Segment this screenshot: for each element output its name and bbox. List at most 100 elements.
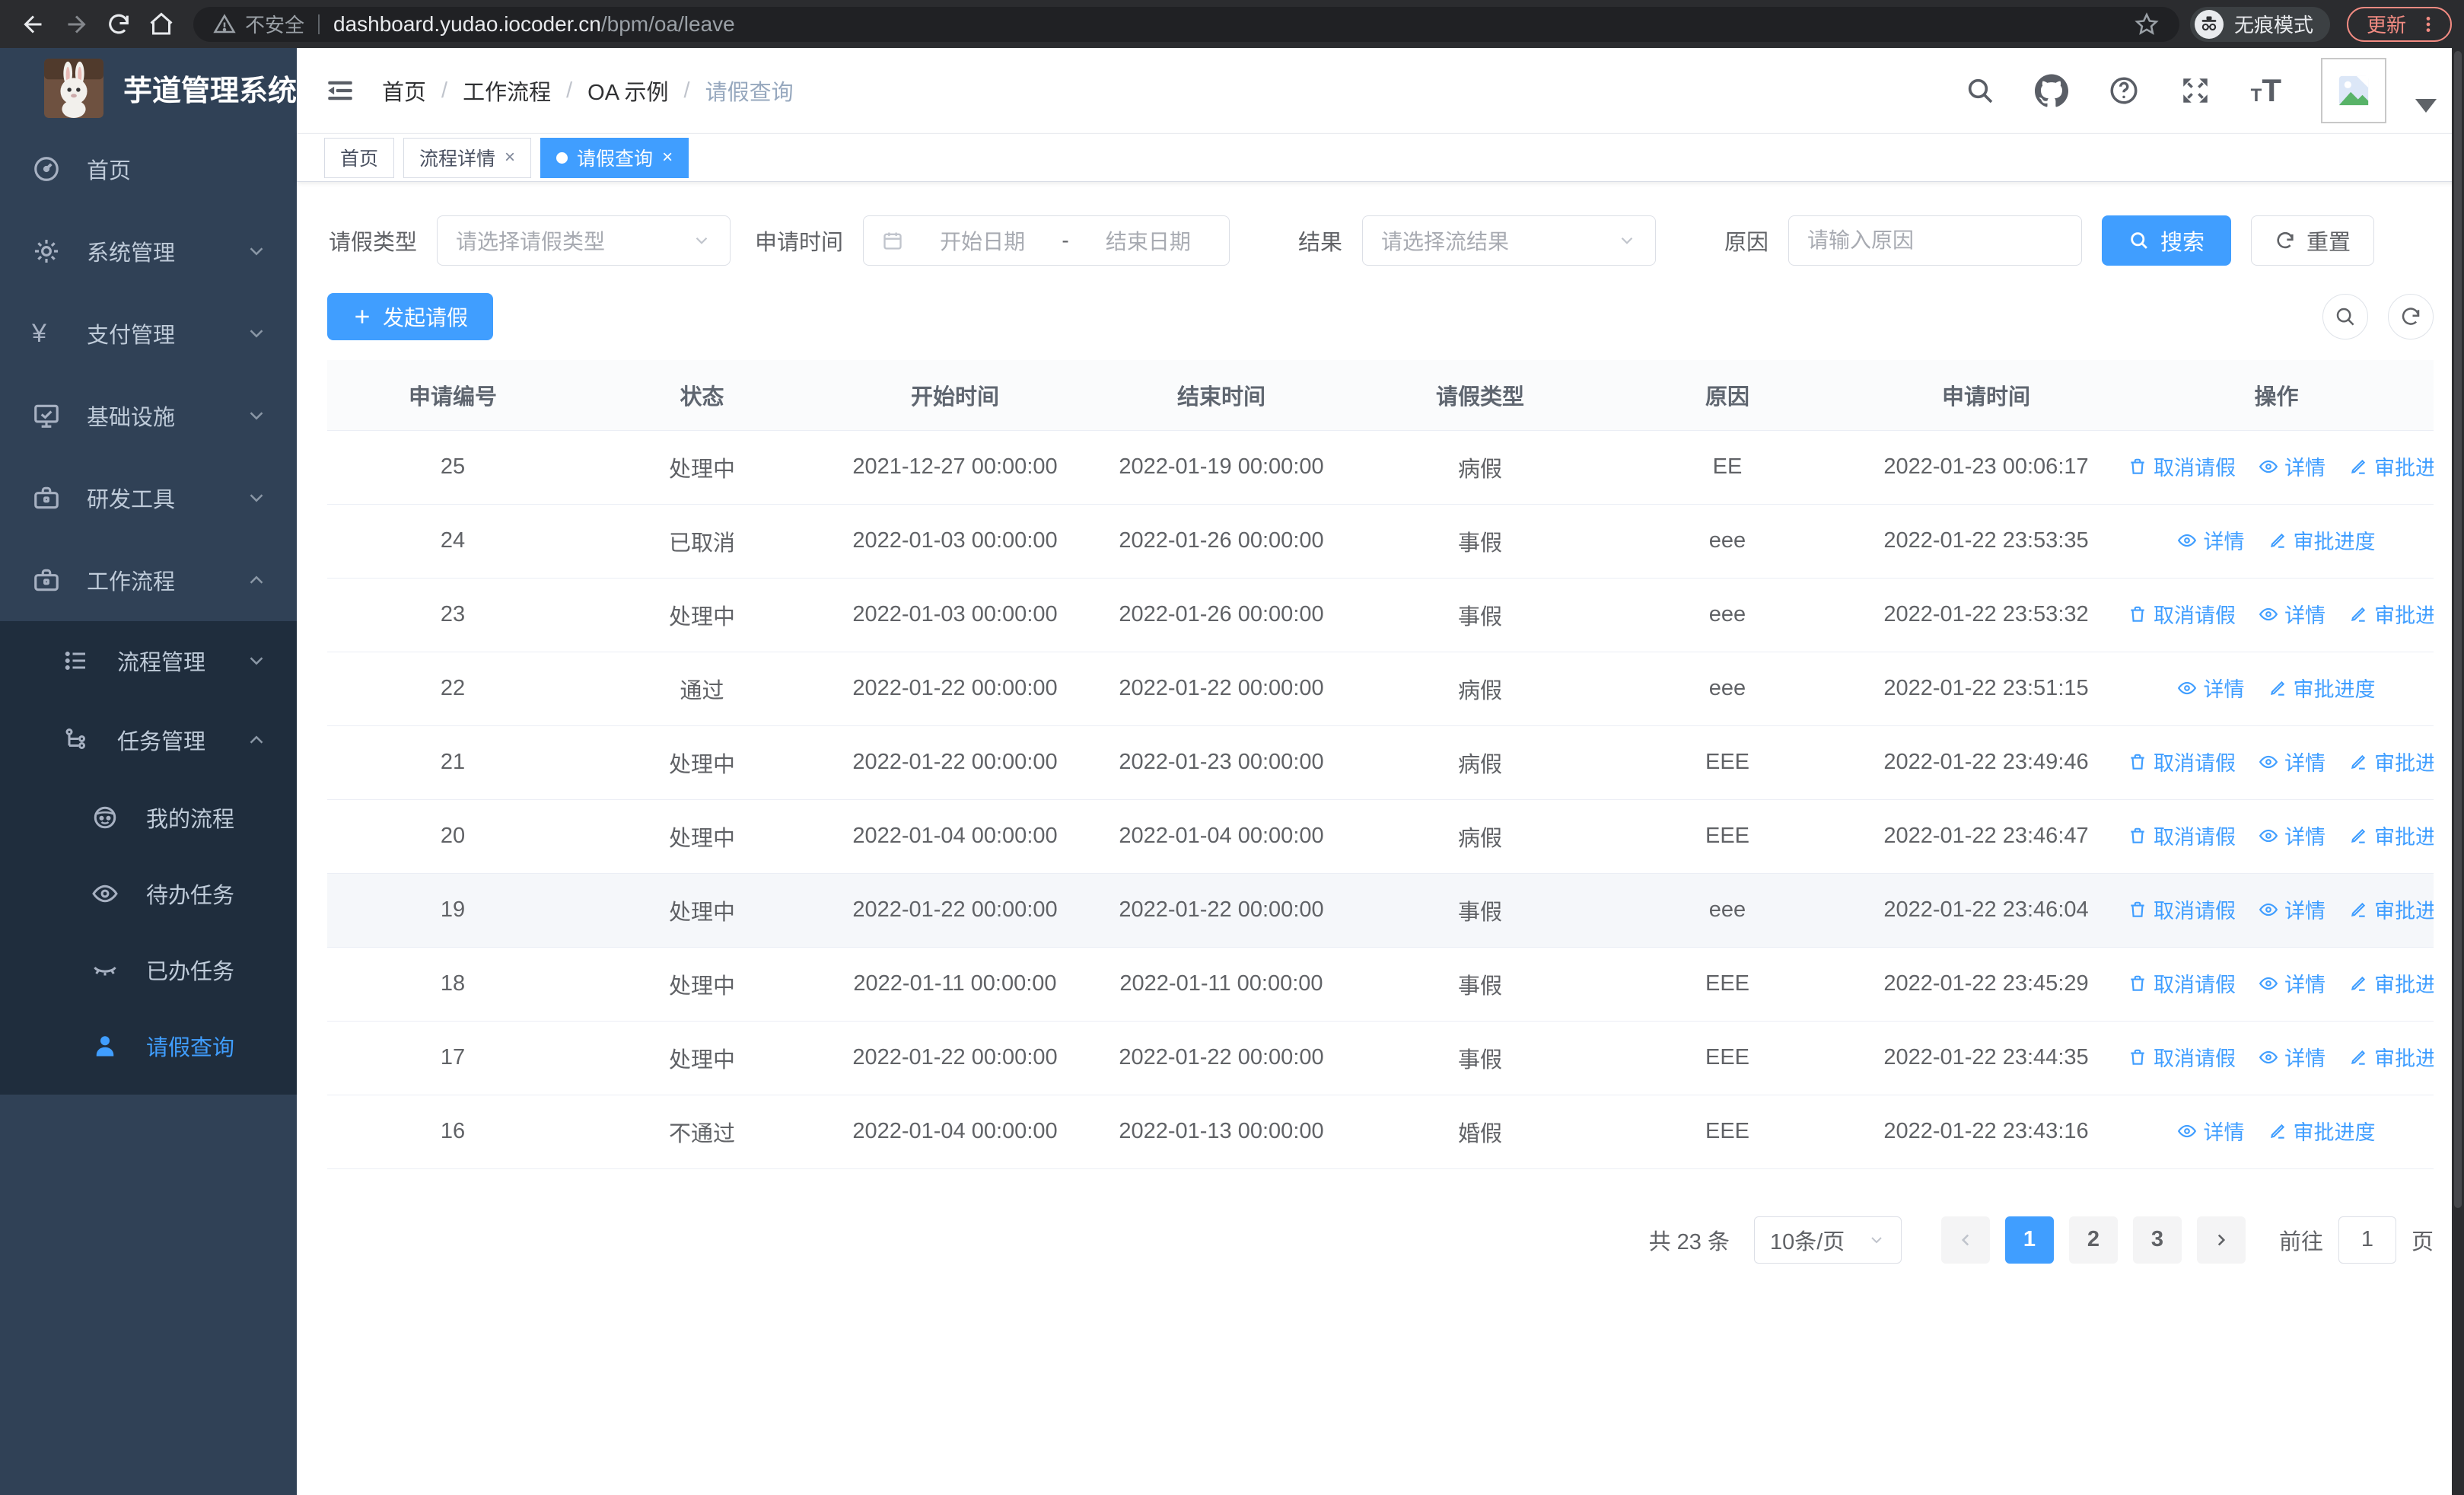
- sidebar-item-done-tasks[interactable]: 已办任务: [0, 932, 297, 1008]
- cancel-leave-link[interactable]: 取消请假: [2128, 1042, 2236, 1072]
- approval-progress-link[interactable]: 审批进度: [2348, 451, 2434, 481]
- cell-apply: 2022-01-22 23:51:15: [1853, 652, 2119, 726]
- detail-link[interactable]: 详情: [2259, 1042, 2326, 1072]
- table-row[interactable]: 18 处理中 2022-01-11 00:00:00 2022-01-11 00…: [327, 947, 2434, 1022]
- approval-progress-link[interactable]: 审批进度: [2348, 968, 2434, 998]
- close-icon[interactable]: ×: [662, 147, 673, 168]
- table-row[interactable]: 19 处理中 2022-01-22 00:00:00 2022-01-22 00…: [327, 873, 2434, 948]
- table-row[interactable]: 21 处理中 2022-01-22 00:00:00 2022-01-23 00…: [327, 725, 2434, 800]
- yen-icon: ¥: [32, 318, 46, 348]
- header-search-icon[interactable]: [1965, 75, 1995, 106]
- browser-forward-button[interactable]: [55, 3, 97, 46]
- approval-progress-link[interactable]: 审批进度: [2268, 1116, 2376, 1146]
- detail-link[interactable]: 详情: [2177, 525, 2244, 555]
- github-icon[interactable]: [2034, 74, 2068, 107]
- sidebar-item-devtools[interactable]: 研发工具: [0, 457, 297, 539]
- next-page-button[interactable]: [2196, 1216, 2246, 1264]
- cancel-leave-link[interactable]: 取消请假: [2128, 968, 2236, 998]
- sidebar-item-my-process[interactable]: 我的流程: [0, 779, 297, 856]
- sidebar-item-task-mgmt[interactable]: 任务管理: [0, 700, 297, 779]
- browser-update-button[interactable]: 更新: [2346, 6, 2452, 42]
- detail-link[interactable]: 详情: [2177, 673, 2244, 703]
- detail-link[interactable]: 详情: [2259, 747, 2326, 776]
- table-row[interactable]: 24 已取消 2022-01-03 00:00:00 2022-01-26 00…: [327, 504, 2434, 579]
- approval-progress-link[interactable]: 审批进度: [2348, 894, 2434, 924]
- cancel-leave-link[interactable]: 取消请假: [2128, 451, 2236, 481]
- result-select[interactable]: 请选择流结果: [1362, 215, 1656, 266]
- font-size-icon[interactable]: TT: [2251, 75, 2281, 107]
- approval-progress-link[interactable]: 审批进度: [2348, 1042, 2434, 1072]
- table-row[interactable]: 22 通过 2022-01-22 00:00:00 2022-01-22 00:…: [327, 652, 2434, 726]
- detail-link[interactable]: 详情: [2259, 599, 2326, 629]
- browser-reload-button[interactable]: [97, 3, 140, 46]
- sidebar-item-system[interactable]: 系统管理: [0, 210, 297, 292]
- browser-home-button[interactable]: [140, 3, 183, 46]
- browser-scrollbar[interactable]: [2452, 48, 2464, 1495]
- sidebar-item-home[interactable]: 首页: [0, 128, 297, 210]
- bookmark-star-icon[interactable]: [2134, 11, 2160, 37]
- scrollbar-thumb[interactable]: [2454, 51, 2462, 1208]
- toggle-search-button[interactable]: [2322, 294, 2368, 339]
- refresh-table-button[interactable]: [2388, 294, 2434, 339]
- detail-link[interactable]: 详情: [2177, 1116, 2244, 1146]
- page-button-2[interactable]: 2: [2068, 1216, 2118, 1264]
- sidebar-item-infra[interactable]: 基础设施: [0, 375, 297, 457]
- apply-time-range-picker[interactable]: 开始日期 - 结束日期: [863, 215, 1230, 266]
- page-size-label: 10条/页: [1769, 1229, 1845, 1254]
- fullscreen-icon[interactable]: [2179, 75, 2211, 107]
- kebab-menu-icon[interactable]: [2418, 14, 2438, 34]
- avatar-dropdown-caret-icon[interactable]: [2415, 99, 2437, 113]
- chevron-down-icon: [245, 240, 268, 263]
- approval-progress-link[interactable]: 审批进度: [2348, 821, 2434, 850]
- cancel-leave-link[interactable]: 取消请假: [2128, 599, 2236, 629]
- breadcrumb-workflow[interactable]: 工作流程: [463, 75, 551, 107]
- search-button[interactable]: 搜索: [2102, 215, 2232, 266]
- page-button-3[interactable]: 3: [2132, 1216, 2182, 1264]
- page-size-select[interactable]: 10条/页: [1753, 1216, 1902, 1264]
- sidebar-toggle-button[interactable]: [324, 75, 356, 107]
- sidebar-item-workflow[interactable]: 工作流程: [0, 539, 297, 621]
- cancel-leave-link[interactable]: 取消请假: [2128, 821, 2236, 850]
- cancel-leave-link[interactable]: 取消请假: [2128, 747, 2236, 776]
- tab-process-detail[interactable]: 流程详情 ×: [403, 137, 532, 178]
- close-icon[interactable]: ×: [505, 147, 515, 168]
- reset-button[interactable]: 重置: [2251, 215, 2375, 266]
- table-row[interactable]: 17 处理中 2022-01-22 00:00:00 2022-01-22 00…: [327, 1021, 2434, 1095]
- tab-home[interactable]: 首页: [324, 137, 395, 178]
- cancel-leave-link[interactable]: 取消请假: [2128, 894, 2236, 924]
- browser-back-button[interactable]: [12, 3, 55, 46]
- breadcrumb-home[interactable]: 首页: [382, 75, 426, 107]
- help-icon[interactable]: [2108, 75, 2140, 107]
- table-row[interactable]: 20 处理中 2022-01-04 00:00:00 2022-01-04 00…: [327, 799, 2434, 874]
- update-label: 更新: [2366, 14, 2406, 37]
- create-leave-button[interactable]: 发起请假: [327, 293, 494, 340]
- sidebar-item-leave-query[interactable]: 请假查询: [0, 1008, 297, 1084]
- col-end-time: 结束时间: [1084, 360, 1358, 431]
- approval-progress-link[interactable]: 审批进度: [2268, 525, 2376, 555]
- prev-page-button[interactable]: [1940, 1216, 1990, 1264]
- sidebar-logo[interactable]: 芋道管理系统: [0, 48, 297, 128]
- sidebar-item-process-mgmt[interactable]: 流程管理: [0, 621, 297, 700]
- chevron-down-icon: [1621, 237, 1633, 244]
- sidebar-item-payment[interactable]: ¥ 支付管理: [0, 292, 297, 375]
- detail-link[interactable]: 详情: [2259, 821, 2326, 850]
- approval-progress-link[interactable]: 审批进度: [2348, 747, 2434, 776]
- address-bar[interactable]: 不安全 dashboard.yudao.iocoder.cn/bpm/oa/le…: [193, 6, 2179, 42]
- sidebar-item-todo-tasks[interactable]: 待办任务: [0, 856, 297, 932]
- table-row[interactable]: 25 处理中 2021-12-27 00:00:00 2022-01-19 00…: [327, 430, 2434, 505]
- detail-link[interactable]: 详情: [2259, 968, 2326, 998]
- cell-start: 2021-12-27 00:00:00: [826, 430, 1084, 505]
- avatar[interactable]: [2321, 58, 2386, 123]
- page-button-1[interactable]: 1: [2004, 1216, 2054, 1264]
- detail-link[interactable]: 详情: [2259, 894, 2326, 924]
- tab-leave-query[interactable]: 请假查询 ×: [540, 137, 689, 178]
- table-row[interactable]: 23 处理中 2022-01-03 00:00:00 2022-01-26 00…: [327, 578, 2434, 652]
- goto-page-input[interactable]: [2338, 1216, 2396, 1264]
- breadcrumb-oa-example[interactable]: OA 示例: [587, 75, 668, 107]
- approval-progress-link[interactable]: 审批进度: [2348, 599, 2434, 629]
- leave-type-select[interactable]: 请选择请假类型: [437, 215, 731, 266]
- approval-progress-link[interactable]: 审批进度: [2268, 673, 2376, 703]
- reason-input[interactable]: [1807, 228, 2063, 253]
- detail-link[interactable]: 详情: [2259, 451, 2326, 481]
- table-row[interactable]: 16 不通过 2022-01-04 00:00:00 2022-01-13 00…: [327, 1095, 2434, 1169]
